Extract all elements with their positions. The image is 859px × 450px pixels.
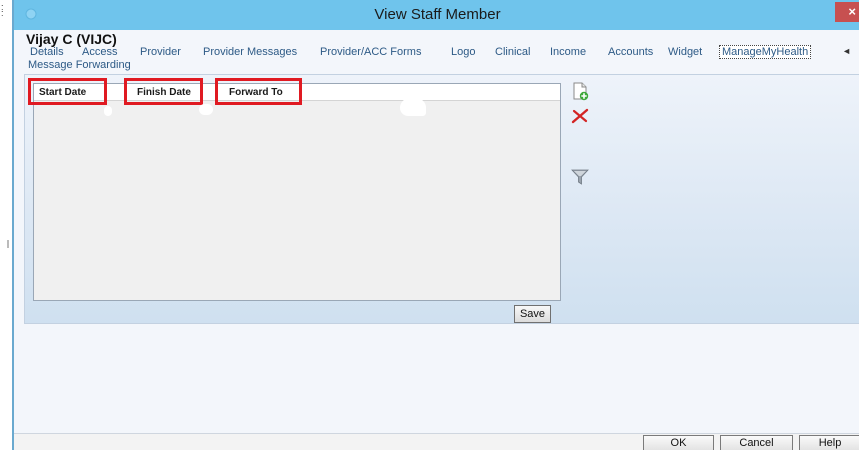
staff-member-window: View Staff Member × Vijay C (VIJC) Detai… (12, 0, 859, 450)
tab-provider-acc-forms[interactable]: Provider/ACC Forms (320, 46, 421, 58)
help-button[interactable]: Help (799, 435, 859, 450)
tab-accounts[interactable]: Accounts (608, 46, 653, 58)
edge-marker (7, 240, 9, 248)
tab-access[interactable]: Access (82, 46, 117, 58)
tab-provider-messages[interactable]: Provider Messages (203, 46, 297, 58)
tab-income[interactable]: Income (550, 46, 586, 58)
tab-logo[interactable]: Logo (451, 46, 475, 58)
tab-managemyhealth[interactable]: ManageMyHealth (719, 45, 812, 59)
tab-provider[interactable]: Provider (140, 46, 181, 58)
highlight-forward-to (215, 78, 302, 105)
add-document-icon[interactable] (570, 81, 590, 101)
highlight-finish-date (124, 78, 203, 105)
tab-clinical[interactable]: Clinical (495, 46, 530, 58)
cancel-button[interactable]: Cancel (720, 435, 793, 450)
redaction-mark (199, 104, 213, 115)
background-window-edge: :: (0, 0, 12, 450)
grip-dots: :: (1, 2, 4, 18)
title-bar: View Staff Member × (14, 0, 859, 30)
tab-widget[interactable]: Widget (668, 46, 702, 58)
filter-icon[interactable] (570, 167, 590, 187)
delete-icon[interactable] (570, 106, 590, 126)
save-button[interactable]: Save (514, 305, 551, 323)
tab-scroll-left-icon[interactable]: ◄ (842, 46, 851, 56)
close-button[interactable]: × (835, 2, 859, 22)
redaction-mark (104, 106, 112, 116)
staff-name-heading: Vijay C (VIJC) (26, 31, 117, 47)
ok-button[interactable]: OK (643, 435, 714, 450)
window-title: View Staff Member (374, 6, 501, 23)
subtab-message-forwarding[interactable]: Message Forwarding (28, 59, 131, 71)
redaction-mark (400, 98, 426, 116)
forwarding-grid[interactable]: Start Date Finish Date Forward To (28, 78, 561, 301)
highlight-start-date (28, 78, 107, 105)
message-forwarding-panel: Start Date Finish Date Forward To Save (24, 74, 859, 324)
tab-details[interactable]: Details (30, 46, 64, 58)
